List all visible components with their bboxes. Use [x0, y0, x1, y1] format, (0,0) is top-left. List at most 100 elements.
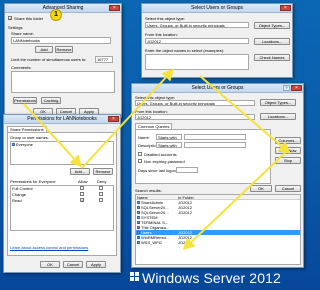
group-icon	[137, 221, 140, 225]
location-label: From this location:	[145, 32, 178, 37]
description-mode-select[interactable]: Starts with	[156, 142, 182, 148]
user-icon	[137, 201, 140, 205]
find-now-button[interactable]: Find Now	[275, 147, 301, 154]
list-item[interactable]: Everyone	[11, 142, 113, 147]
select-front-title: Select Users or Groups	[191, 85, 244, 91]
object-types-button[interactable]: Object Types...	[260, 99, 296, 106]
perm-row-name: Read	[12, 198, 22, 203]
name-mode-select[interactable]: Starts with	[156, 134, 182, 140]
disabled-accounts-label: Disabled accounts	[144, 152, 177, 157]
description-input[interactable]	[184, 142, 246, 148]
annotation-marker-label: 1	[54, 11, 58, 18]
limit-users-input[interactable]: 16777	[95, 56, 113, 63]
select-ok-button[interactable]: OK	[250, 185, 272, 192]
object-type-field: Users, Groups, or Built-in security prin…	[145, 22, 249, 28]
object-names-input[interactable]	[145, 54, 249, 70]
stop-button[interactable]: Stop	[275, 157, 301, 164]
perm-allow-checkbox[interactable]	[80, 186, 84, 190]
advanced-sharing-title: Advanced Sharing	[42, 5, 84, 11]
add-share-button[interactable]: Add	[35, 46, 53, 53]
help-icon[interactable]: ?	[283, 85, 290, 91]
table-row[interactable]: WSS_WPG JG2012	[136, 240, 300, 245]
object-types-button[interactable]: Object Types...	[254, 22, 290, 29]
perm-deny-checkbox[interactable]	[99, 186, 103, 190]
caching-button[interactable]: Caching	[41, 97, 61, 104]
permissions-for-label: Permissions for Everyone	[10, 179, 56, 184]
select-cancel-button[interactable]: Cancel	[275, 185, 301, 192]
perm-deny-checkbox[interactable]	[99, 198, 103, 202]
days-since-logon-select[interactable]	[176, 167, 198, 173]
check-names-button[interactable]: Check Names	[254, 54, 290, 61]
group-icon	[137, 231, 140, 235]
close-icon[interactable]: ×	[291, 85, 302, 91]
location-field: JG2012	[135, 114, 255, 120]
advanced-sharing-titlebar: Advanced Sharing ×	[5, 4, 121, 13]
access-control-link[interactable]: Learn about access control and permissio…	[10, 245, 88, 250]
select-users-dialog-back: Select Users or Groups × Select this obj…	[141, 3, 293, 78]
perm-allow-checkbox[interactable]: ✓	[80, 198, 84, 203]
deny-header: Deny	[97, 179, 107, 184]
perm-row-name: Full Control	[12, 186, 33, 191]
group-icon	[137, 226, 140, 230]
add-group-button[interactable]: Add...	[70, 168, 90, 175]
locations-button[interactable]: Locations...	[254, 38, 290, 45]
remove-group-button[interactable]: Remove	[93, 168, 113, 175]
group-name: Everyone	[16, 142, 33, 147]
permissions-ok-button[interactable]: OK	[40, 261, 60, 268]
object-type-field: Users, Groups, or Built-in security prin…	[135, 100, 255, 106]
comments-label: Comments:	[11, 65, 32, 70]
object-type-label: Select this object type:	[145, 16, 186, 21]
permissions-title: Permissions for LANNotebooks	[27, 116, 97, 122]
perm-allow-checkbox[interactable]	[80, 192, 84, 196]
days-since-logon-label: Days since last logon:	[138, 168, 177, 173]
group-names-label: Group or user names:	[10, 135, 49, 140]
close-icon[interactable]: ×	[108, 116, 119, 122]
permissions-button[interactable]: Permissions	[13, 97, 37, 104]
permissions-titlebar: Permissions for LANNotebooks ×	[4, 115, 120, 124]
windows-logo-icon	[130, 272, 140, 282]
share-folder-label: Share this folder	[14, 16, 44, 21]
share-name-input[interactable]: LANNotebooks	[11, 37, 111, 44]
non-expiring-checkbox[interactable]	[138, 159, 142, 163]
select-users-dialog: Select Users or Groups ? × Select this o…	[131, 83, 304, 268]
advanced-sharing-dialog: Advanced Sharing × ✓ Share this folder S…	[4, 3, 122, 118]
allow-header: Allow	[78, 179, 88, 184]
group-icon	[137, 216, 140, 220]
result-folder: JG2012	[178, 240, 193, 245]
search-results-list[interactable]: Name In Folder ShareAdmin JG2012 SQLServe…	[135, 194, 301, 265]
columns-button[interactable]: Columns...	[275, 137, 301, 144]
share-folder-checkbox[interactable]: ✓	[8, 16, 12, 21]
group-icon	[12, 143, 15, 147]
limit-users-label: Limit the number of simultaneous users t…	[11, 57, 87, 62]
search-results-label: Search results:	[135, 188, 162, 193]
select-front-titlebar: Select Users or Groups ? ×	[132, 84, 303, 93]
non-expiring-label: Non expiring password	[144, 159, 185, 164]
share-name-label: Share name:	[11, 31, 34, 36]
group-names-list[interactable]: Everyone	[10, 141, 114, 165]
permissions-dialog: Permissions for LANNotebooks × Share Per…	[3, 114, 121, 273]
windows-server-branding: Windows Server 2012	[142, 270, 281, 286]
perm-deny-checkbox[interactable]	[99, 192, 103, 196]
group-icon	[137, 211, 140, 215]
remove-share-button[interactable]: Remove	[55, 46, 73, 53]
group-icon	[137, 241, 140, 245]
group-icon	[137, 206, 140, 210]
perm-row-name: Change	[12, 192, 27, 197]
name-input[interactable]	[184, 134, 246, 140]
annotation-marker: 1	[50, 9, 62, 21]
settings-label: Settings	[8, 25, 23, 30]
disabled-accounts-checkbox[interactable]	[138, 152, 142, 156]
name-label: Name:	[138, 135, 150, 140]
group-icon	[137, 236, 140, 240]
close-icon[interactable]: ×	[109, 5, 120, 11]
permissions-apply-button[interactable]: Apply	[86, 261, 106, 268]
select-back-titlebar: Select Users or Groups ×	[142, 4, 292, 13]
close-icon[interactable]: ×	[280, 5, 291, 11]
select-back-title: Select Users or Groups	[191, 5, 243, 11]
enter-names-label: Enter the object names to select (exampl…	[145, 48, 225, 53]
locations-button[interactable]: Locations...	[260, 113, 296, 120]
comments-textarea[interactable]	[11, 71, 115, 93]
result-name: WSS_WPG	[141, 240, 162, 245]
permissions-cancel-button[interactable]: Cancel	[63, 261, 83, 268]
location-field: JG2012	[145, 38, 249, 44]
